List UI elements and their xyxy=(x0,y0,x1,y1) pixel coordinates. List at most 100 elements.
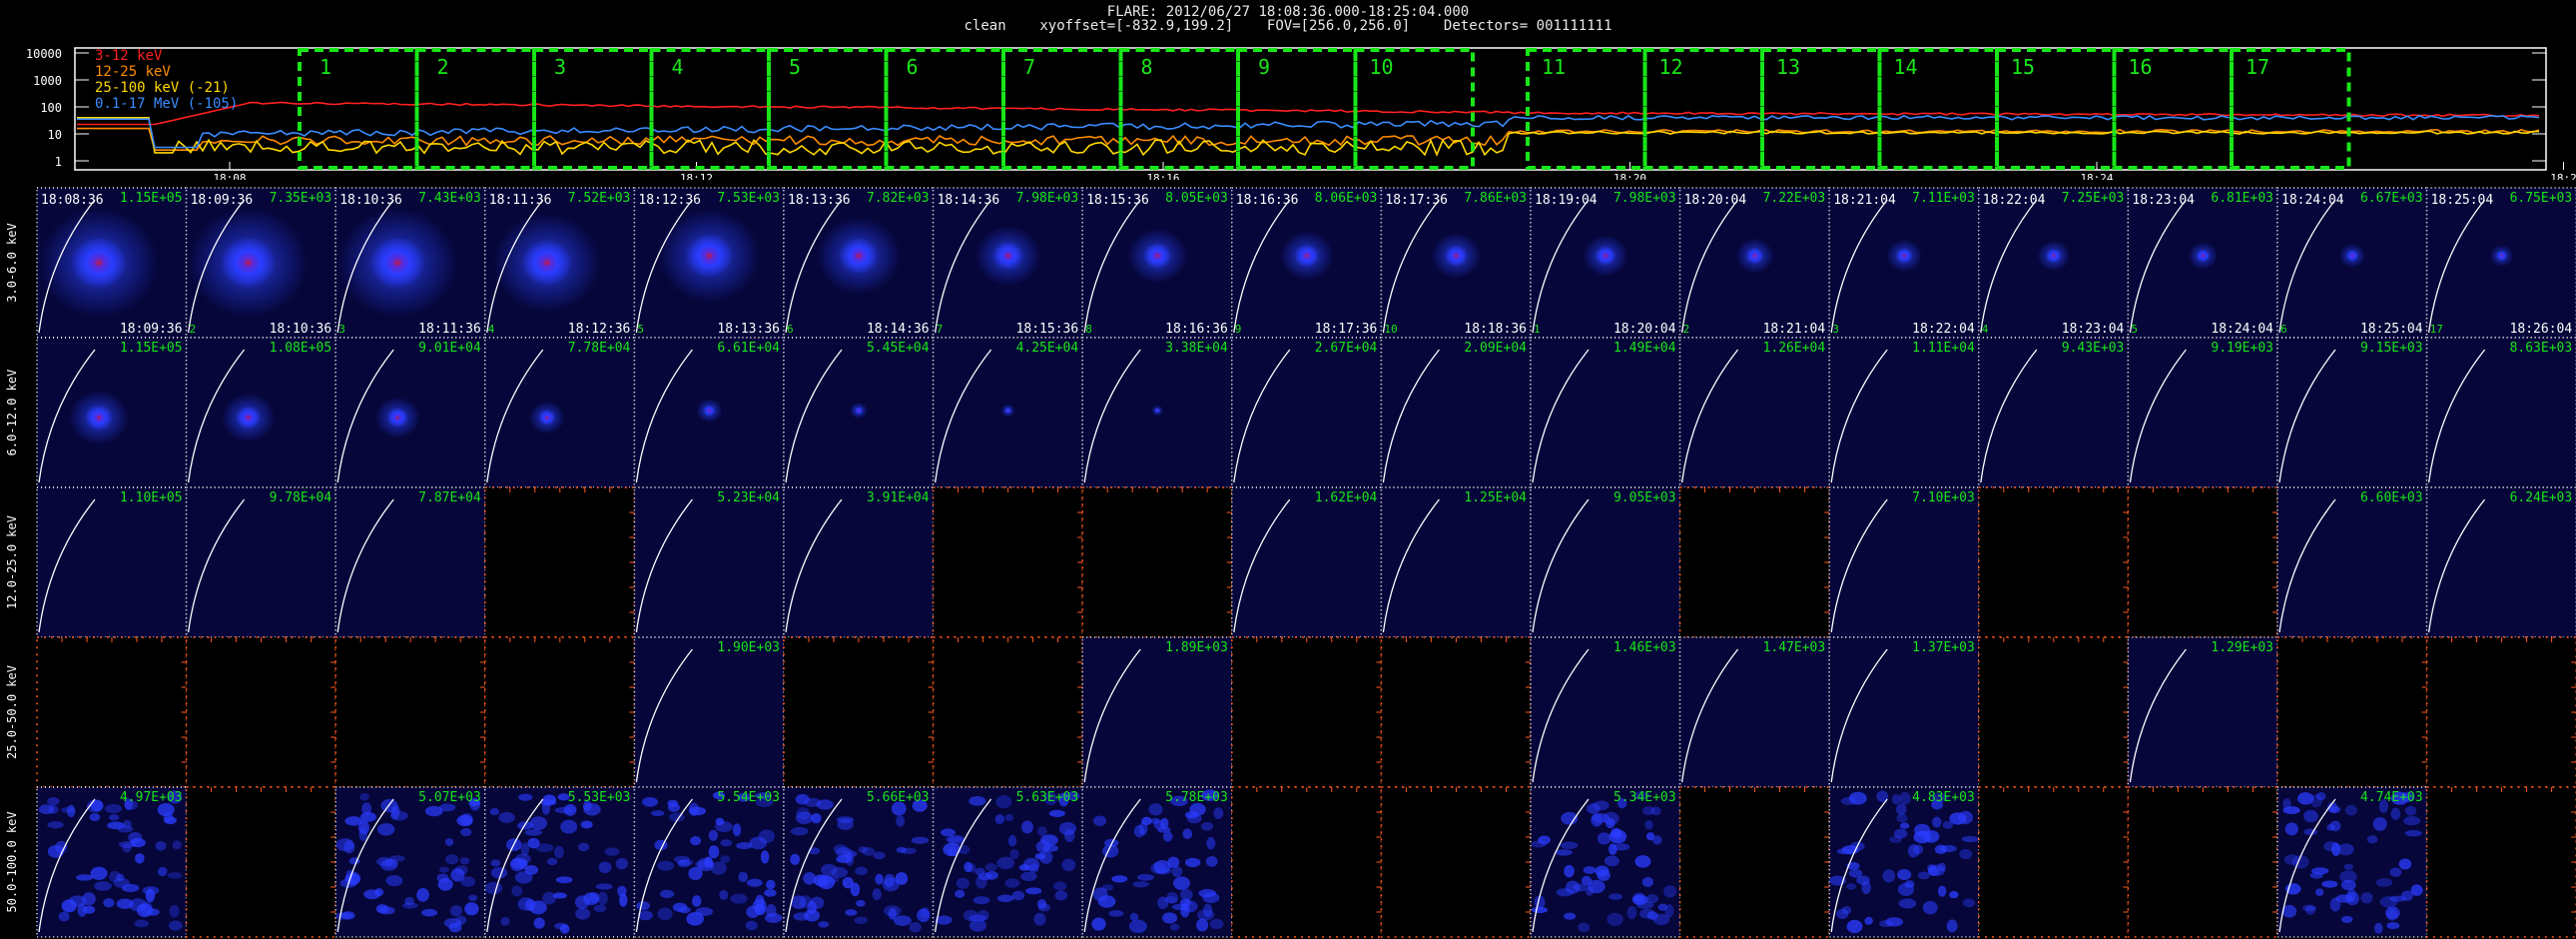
image-panel[interactable]: 5.53E+03 xyxy=(484,786,636,938)
image-panel[interactable] xyxy=(1978,636,2130,788)
image-panel[interactable] xyxy=(1978,786,2130,938)
image-panel[interactable]: 5.54E+03 xyxy=(633,786,785,938)
image-panel[interactable]: 7.87E+04 xyxy=(334,486,486,638)
image-panel[interactable]: 9.01E+04 xyxy=(334,337,486,488)
image-panel[interactable]: 2.67E+04 xyxy=(1231,337,1383,488)
image-panel[interactable]: 1.62E+04 xyxy=(1231,486,1383,638)
noise-blob xyxy=(1018,864,1030,871)
emission-source xyxy=(369,237,426,289)
image-panel[interactable] xyxy=(185,786,336,938)
image-panel[interactable]: 7.82E+03 18:13:36 18:14:36 6 xyxy=(783,187,935,339)
image-panel[interactable]: 1.25E+04 xyxy=(1380,486,1532,638)
image-panel[interactable]: 6.67E+03 18:24:04 18:25:04 6 xyxy=(2276,187,2428,339)
image-panel[interactable] xyxy=(932,486,1083,638)
image-panel[interactable] xyxy=(2127,486,2278,638)
image-panel[interactable]: 6.75E+03 18:25:04 18:26:04 17 xyxy=(2425,187,2576,339)
panel-max-value: 1.37E+03 xyxy=(1912,640,1975,655)
image-panel[interactable]: 9.05E+03 xyxy=(1530,486,1681,638)
image-panel[interactable] xyxy=(334,636,486,788)
image-panel[interactable]: 5.07E+03 xyxy=(334,786,486,938)
image-panel[interactable]: 7.43E+03 18:10:36 18:11:36 3 xyxy=(334,187,486,339)
image-panel[interactable]: 1.46E+03 xyxy=(1530,636,1681,788)
image-panel[interactable]: 1.37E+03 xyxy=(1828,636,1980,788)
image-panel[interactable]: 7.25E+03 18:22:04 18:23:04 4 xyxy=(1978,187,2130,339)
panel-frame xyxy=(1678,786,1830,938)
image-panel[interactable] xyxy=(484,486,636,638)
image-panel[interactable]: 5.23E+04 xyxy=(633,486,785,638)
image-panel[interactable]: 5.34E+03 xyxy=(1530,786,1681,938)
image-panel[interactable] xyxy=(1678,786,1830,938)
image-panel[interactable]: 1.49E+04 xyxy=(1530,337,1681,488)
image-panel[interactable]: 2.09E+04 xyxy=(1380,337,1532,488)
image-panel[interactable]: 8.63E+03 xyxy=(2425,337,2576,488)
image-panel[interactable] xyxy=(932,636,1083,788)
image-panel[interactable] xyxy=(185,636,336,788)
image-panel[interactable]: 5.66E+03 xyxy=(783,786,935,938)
image-panel[interactable] xyxy=(2425,786,2576,938)
image-panel[interactable] xyxy=(1081,486,1233,638)
noise-blob xyxy=(2398,858,2412,870)
image-panel[interactable]: 9.78E+04 xyxy=(185,486,336,638)
image-panel[interactable]: 7.11E+03 18:21:04 18:22:04 3 xyxy=(1828,187,1980,339)
image-panel[interactable]: 7.22E+03 18:20:04 18:21:04 2 xyxy=(1678,187,1830,339)
image-panel[interactable]: 1.47E+03 xyxy=(1678,636,1830,788)
image-panel[interactable]: 7.35E+03 18:09:36 18:10:36 2 xyxy=(185,187,336,339)
noise-blob xyxy=(1565,880,1581,894)
image-panel[interactable]: 4.74E+03 xyxy=(2276,786,2428,938)
image-panel[interactable]: 7.53E+03 18:12:36 18:13:36 5 xyxy=(633,187,785,339)
image-panel[interactable] xyxy=(783,636,935,788)
image-panel[interactable]: 6.81E+03 18:23:04 18:24:04 5 xyxy=(2127,187,2278,339)
image-panel[interactable]: 4.83E+03 xyxy=(1828,786,1980,938)
image-panel[interactable] xyxy=(1231,636,1383,788)
image-panel[interactable]: 1.10E+05 xyxy=(36,486,188,638)
noise-blob xyxy=(142,886,160,895)
image-panel[interactable]: 3.91E+04 xyxy=(783,486,935,638)
image-panel[interactable]: 8.05E+03 18:15:36 18:16:36 8 xyxy=(1081,187,1233,339)
image-panel[interactable] xyxy=(1380,786,1532,938)
image-panel[interactable]: 6.60E+03 xyxy=(2276,486,2428,638)
noise-blob xyxy=(2390,807,2401,820)
image-panel[interactable] xyxy=(2425,636,2576,788)
image-panel[interactable]: 9.43E+03 xyxy=(1978,337,2130,488)
image-panel[interactable]: 6.61E+04 xyxy=(633,337,785,488)
image-panel[interactable]: 4.97E+03 xyxy=(36,786,188,938)
image-panel[interactable]: 5.63E+03 xyxy=(932,786,1083,938)
image-panel[interactable]: 5.78E+03 xyxy=(1081,786,1233,938)
image-panel[interactable] xyxy=(1380,636,1532,788)
image-panel[interactable] xyxy=(1978,486,2130,638)
image-panel[interactable] xyxy=(36,636,188,788)
image-panel[interactable]: 8.06E+03 18:16:36 18:17:36 9 xyxy=(1231,187,1383,339)
image-panel[interactable]: 7.98E+03 18:14:36 18:15:36 7 xyxy=(932,187,1083,339)
image-panel[interactable]: 3.38E+04 xyxy=(1081,337,1233,488)
panel-max-value: 7.82E+03 xyxy=(867,191,930,206)
image-panel[interactable] xyxy=(1231,786,1383,938)
image-panel[interactable] xyxy=(2276,636,2428,788)
image-panel[interactable]: 6.24E+03 xyxy=(2425,486,2576,638)
image-panel[interactable]: 4.25E+04 xyxy=(932,337,1083,488)
image-panel[interactable]: 7.98E+03 18:19:04 18:20:04 1 xyxy=(1530,187,1681,339)
image-panel[interactable]: 1.90E+03 xyxy=(633,636,785,788)
image-panel[interactable]: 7.86E+03 18:17:36 18:18:36 10 xyxy=(1380,187,1532,339)
image-panel[interactable] xyxy=(1678,486,1830,638)
image-panel[interactable]: 1.26E+04 xyxy=(1678,337,1830,488)
image-panel[interactable]: 7.52E+03 18:11:36 18:12:36 4 xyxy=(484,187,636,339)
noise-blob xyxy=(135,853,145,864)
image-panel[interactable]: 1.15E+05 xyxy=(36,337,188,488)
image-panel[interactable]: 7.78E+04 xyxy=(484,337,636,488)
image-panel[interactable]: 7.10E+03 xyxy=(1828,486,1980,638)
image-panel[interactable]: 1.89E+03 xyxy=(1081,636,1233,788)
image-panel[interactable]: 1.29E+03 xyxy=(2127,636,2278,788)
panel-frame xyxy=(484,486,636,638)
image-panel[interactable] xyxy=(484,636,636,788)
image-panel-grid[interactable]: 3.0-6.0 keV6.0-12.0 keV12.0-25.0 keV25.0… xyxy=(0,0,2576,939)
image-panel[interactable]: 1.08E+05 xyxy=(185,337,336,488)
noise-blob xyxy=(1180,903,1190,918)
noise-blob xyxy=(444,854,459,865)
image-panel[interactable] xyxy=(2127,786,2278,938)
image-panel[interactable]: 1.11E+04 xyxy=(1828,337,1980,488)
panel-frame xyxy=(633,636,785,788)
image-panel[interactable]: 1.15E+05 18:08:36 18:09:36 xyxy=(36,187,188,339)
image-panel[interactable]: 9.19E+03 xyxy=(2127,337,2278,488)
image-panel[interactable]: 5.45E+04 xyxy=(783,337,935,488)
image-panel[interactable]: 9.15E+03 xyxy=(2276,337,2428,488)
